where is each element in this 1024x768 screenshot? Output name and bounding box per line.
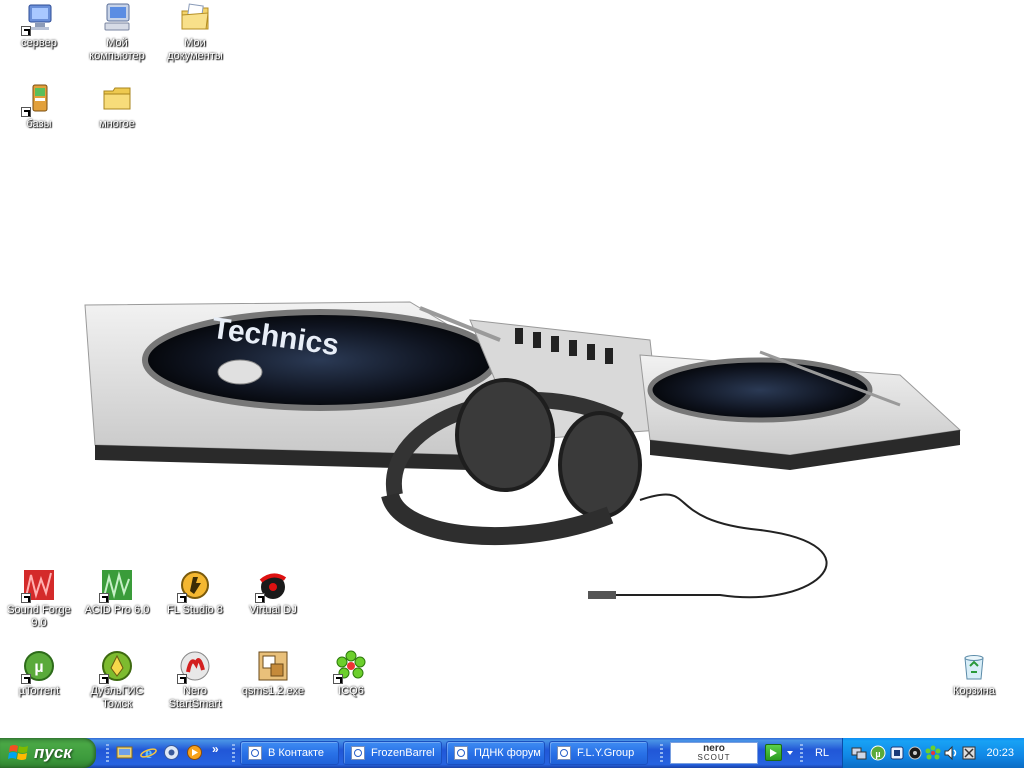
icq-tray-icon[interactable]: [925, 745, 941, 761]
desktop-icon-label: µTorrent: [18, 685, 60, 697]
desktop-icon-my-documents[interactable]: Мои документы: [156, 2, 234, 63]
shortcut-arrow-icon: [21, 107, 31, 117]
start-button-label: пуск: [34, 743, 72, 762]
desktop-icon-label: qsms1.2.exe: [241, 685, 305, 697]
agent-tray-icon[interactable]: [889, 745, 905, 761]
clock[interactable]: 20:23: [986, 738, 1014, 768]
shortcut-arrow-icon: [177, 593, 187, 603]
desktop: Technics сервер Мой компьютер Мои докуме…: [0, 0, 1024, 738]
shortcut-arrow-icon: [333, 674, 343, 684]
shortcut-arrow-icon: [99, 593, 109, 603]
desktop-icon-dublgis[interactable]: ДубльГИС Томск: [78, 650, 156, 711]
nero-scout-search[interactable]: nero SCOUT: [670, 742, 758, 764]
desktop-icon-label: многое: [99, 118, 135, 130]
nero-scout-logo-bottom: SCOUT: [697, 753, 731, 762]
qsms-icon: [258, 651, 288, 681]
network-icon[interactable]: [851, 745, 867, 761]
desktop-icon-label: Мои документы: [167, 37, 223, 62]
desktop-icon-label: Virtual DJ: [249, 604, 297, 616]
taskbar-grip[interactable]: [232, 744, 235, 762]
desktop-icon-server[interactable]: сервер: [0, 2, 78, 50]
shortcut-arrow-icon: [21, 674, 31, 684]
shortcut-arrow-icon: [177, 674, 187, 684]
taskbar-window-label: ПДНК форум: [474, 747, 541, 759]
browser-window-icon: [248, 746, 262, 760]
desktop-icon-acid-pro[interactable]: ACID Pro 6.0: [78, 569, 156, 617]
desktop-icon-label: Sound Forge 9.0: [7, 604, 71, 629]
media-player-icon[interactable]: [186, 744, 203, 761]
browser-window-icon: [454, 746, 468, 760]
browser-window-icon: [351, 746, 365, 760]
shortcut-arrow-icon: [255, 593, 265, 603]
connection-icon[interactable]: [961, 745, 977, 761]
taskbar-window-pdnk-forum[interactable]: ПДНК форум: [446, 741, 545, 765]
desktop-icon-my-computer[interactable]: Мой компьютер: [78, 2, 156, 63]
show-desktop-icon[interactable]: [116, 744, 133, 761]
quick-launch-overflow[interactable]: »: [212, 742, 219, 756]
volume-icon[interactable]: [943, 745, 959, 761]
desktop-icon-bazy[interactable]: базы: [0, 83, 78, 131]
audio-tray-icon[interactable]: [907, 745, 923, 761]
desktop-icon-virtual-dj[interactable]: Virtual DJ: [234, 569, 312, 617]
shortcut-arrow-icon: [21, 26, 31, 36]
shortcut-arrow-icon: [99, 674, 109, 684]
svg-text:e: e: [145, 745, 152, 761]
system-tray: µ 20:23: [842, 738, 1024, 768]
taskbar-window-fly-group[interactable]: F.L.Y.Group: [549, 741, 648, 765]
recycle-bin-icon: [964, 655, 984, 680]
folder-icon: [103, 87, 131, 110]
start-button[interactable]: пуск: [0, 738, 96, 768]
desktop-icon-label: Nero StartSmart: [168, 685, 222, 710]
desktop-icon-sound-forge[interactable]: Sound Forge 9.0: [0, 569, 78, 630]
desktop-icon-label: Мой компьютер: [89, 37, 145, 62]
svg-text:µ: µ: [34, 659, 43, 676]
taskbar-window-label: В Контакте: [268, 747, 324, 759]
desktop-icon-label: ICQ6: [338, 685, 364, 697]
desktop-icon-label: базы: [26, 118, 52, 130]
taskbar: пуск e » В Контакте FrozenBarrel ПДНК фо…: [0, 738, 1024, 768]
desktop-icon-label: FL Studio 8: [167, 604, 223, 616]
my-documents-icon: [181, 3, 209, 30]
toolbar-grip[interactable]: [660, 744, 663, 762]
internet-explorer-icon[interactable]: e: [140, 744, 157, 761]
desktop-icon-recycle-bin[interactable]: Корзина: [935, 650, 1013, 698]
shortcut-arrow-icon: [21, 593, 31, 603]
my-computer-icon: [104, 3, 130, 31]
nero-scout-logo-top: nero: [703, 743, 725, 754]
toolbar-grip[interactable]: [106, 744, 109, 762]
taskbar-window-frozenbarrel[interactable]: FrozenBarrel: [343, 741, 442, 765]
language-indicator[interactable]: RL: [808, 741, 836, 765]
desktop-icon-icq[interactable]: ICQ6: [312, 650, 390, 698]
go-arrow-button[interactable]: [765, 744, 782, 761]
desktop-icon-label: ДубльГИС Томск: [90, 685, 144, 710]
desktop-icon-label: Корзина: [953, 685, 995, 697]
desktop-icon-label: сервер: [21, 37, 57, 49]
desktop-icon-nero-startsmart[interactable]: Nero StartSmart: [156, 650, 234, 711]
desktop-icon-utorrent[interactable]: µ µTorrent: [0, 650, 78, 698]
chevron-down-icon[interactable]: [787, 751, 793, 755]
desktop-icon-fl-studio[interactable]: FL Studio 8: [156, 569, 234, 617]
browser-window-icon: [557, 746, 571, 760]
desktop-icon-qsms[interactable]: qsms1.2.exe: [234, 650, 312, 698]
windows-flag-icon: [8, 745, 28, 760]
taskbar-window-label: FrozenBarrel: [371, 747, 435, 759]
utorrent-tray-icon[interactable]: µ: [870, 745, 886, 761]
browser-icon[interactable]: [163, 744, 180, 761]
taskbar-window-vkontakte[interactable]: В Контакте: [240, 741, 339, 765]
toolbar-grip[interactable]: [800, 744, 803, 762]
desktop-icon-label: ACID Pro 6.0: [84, 604, 150, 616]
taskbar-window-label: F.L.Y.Group: [577, 747, 635, 759]
svg-text:µ: µ: [875, 749, 880, 759]
desktop-icon-mnogoe[interactable]: многое: [78, 83, 156, 131]
